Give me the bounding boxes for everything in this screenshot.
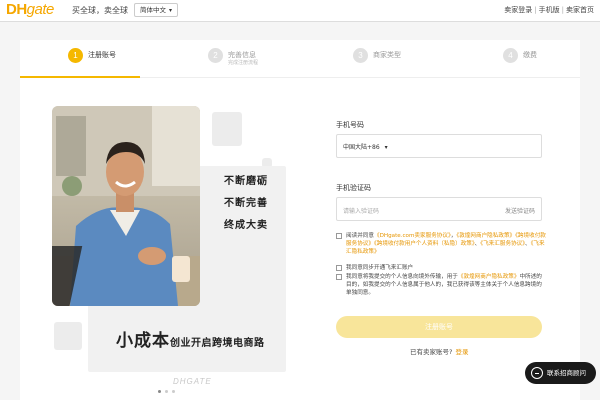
login-prompt: 已有卖家账号? 登录 bbox=[410, 348, 469, 356]
banner-photo bbox=[52, 106, 200, 306]
slogan-line: 终成大卖 bbox=[224, 220, 268, 231]
code-label: 手机验证码 bbox=[336, 184, 371, 192]
chevron-down-icon: ▾ bbox=[384, 144, 388, 151]
contact-advisor-button[interactable]: 联系招商顾问 bbox=[525, 362, 596, 384]
agreement-2: 我同意同步开通飞来汇账户 bbox=[336, 264, 546, 272]
carousel-dot[interactable] bbox=[158, 390, 161, 393]
feilaihui-agreement-link[interactable]: 《飞来汇服务协议》 bbox=[480, 241, 525, 247]
carousel-dot[interactable] bbox=[165, 390, 168, 393]
agreement-3-checkbox[interactable] bbox=[336, 274, 342, 280]
seller-login-link[interactable]: 卖家登录 bbox=[504, 5, 532, 15]
privacy-policy-link-2[interactable]: 《敦煌网商户隐私政策》 bbox=[458, 274, 520, 280]
language-select[interactable]: 简体中文 ▾ bbox=[134, 3, 179, 17]
phone-label: 手机号码 bbox=[336, 121, 364, 129]
carousel-dot[interactable] bbox=[172, 390, 175, 393]
chat-icon bbox=[531, 367, 543, 379]
seller-agreement-link[interactable]: 《DHgate.com卖家服务协议》 bbox=[374, 233, 451, 239]
header-links: 卖家登录 | 手机版 | 卖家首页 bbox=[504, 5, 594, 15]
agreement-1: 阅读并同意《DHgate.com卖家服务协议》，《敦煌网商户隐私政策》《跨境收付… bbox=[336, 232, 546, 256]
dhgate-watermark: DHGATE bbox=[173, 377, 212, 386]
agreement-3: 我同意将我提交的个人信息向境外传输，用于《敦煌网商户隐私政策》中所述的目的，如我… bbox=[336, 273, 546, 297]
slogan-line: 不断完善 bbox=[224, 198, 268, 209]
dhgate-logo[interactable]: DHgate bbox=[6, 1, 54, 18]
seller-home-link[interactable]: 卖家首页 bbox=[566, 5, 594, 15]
site-tagline: 买全球，卖全球 bbox=[72, 6, 128, 15]
slogan-line: 不断磨砺 bbox=[224, 176, 268, 187]
send-code-button[interactable]: 发送验证码 bbox=[505, 206, 535, 215]
register-button[interactable]: 注册账号 bbox=[336, 316, 542, 338]
code-input[interactable]: 请输入验证码 发送验证码 bbox=[336, 197, 542, 221]
banner-headline: 小成本创业开启跨境电商路 bbox=[116, 331, 265, 351]
mobile-link[interactable]: 手机版 bbox=[539, 5, 560, 15]
agreement-2-checkbox[interactable] bbox=[336, 265, 342, 271]
top-bar: DHgate 买全球，卖全球 简体中文 ▾ 卖家登录 | 手机版 | 卖家首页 bbox=[0, 0, 600, 22]
decor-square bbox=[54, 322, 82, 350]
smiling-man-illustration bbox=[52, 106, 200, 306]
privacy-policy-link[interactable]: 《敦煌网商户隐私政策》 bbox=[456, 233, 515, 239]
registration-steps: 1 注册账号 2 完善信息 完成注册流程 3 商家类型 4 缴费 bbox=[20, 40, 580, 78]
phone-input[interactable]: 中国大陆+86 ▾ bbox=[336, 134, 542, 158]
agreement-1-checkbox[interactable] bbox=[336, 233, 342, 239]
country-code-select[interactable]: 中国大陆+86 ▾ bbox=[343, 142, 388, 151]
chevron-down-icon: ▾ bbox=[169, 7, 173, 14]
login-link[interactable]: 登录 bbox=[455, 348, 468, 356]
decor-square bbox=[212, 112, 242, 146]
payment-privacy-link[interactable]: 《跨境收付款用户个人资料（私隐）政策》 bbox=[374, 241, 475, 247]
